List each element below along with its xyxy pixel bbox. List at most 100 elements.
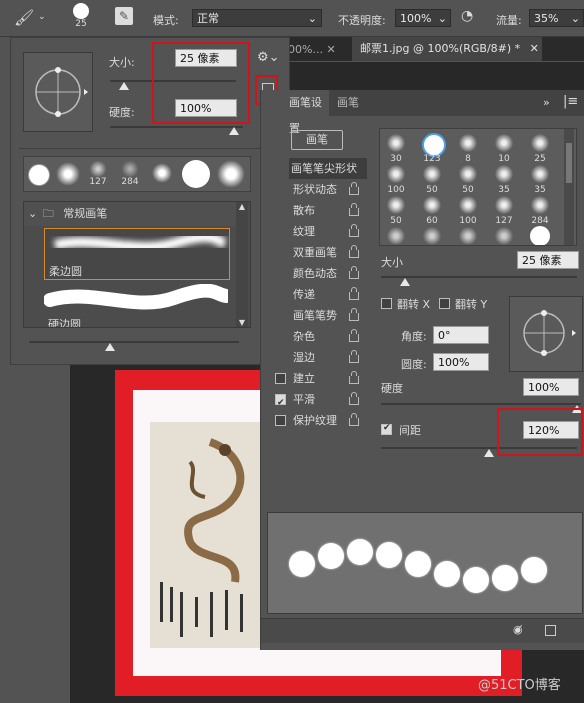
size-slider-knob[interactable] [400,278,410,286]
brush-tip-thumb[interactable] [458,195,478,215]
brush-item-hard-round[interactable]: 硬边圆 [43,283,233,327]
brush-panel-toggle-icon[interactable]: ✎ [115,7,133,25]
lock-icon[interactable] [349,308,359,321]
brush-tip-thumb[interactable] [386,133,406,153]
list-item-setting[interactable]: 双重画笔 [261,242,367,263]
brush-tip-thumb[interactable] [386,164,406,184]
brush-list-scrollbar[interactable]: ▲ ▼ [236,202,248,327]
size-input[interactable]: 25 像素 [517,251,579,269]
recent-brush-dots[interactable] [120,159,140,179]
flip-y-checkbox[interactable] [439,298,450,309]
brush-tip-thumb[interactable] [494,226,514,245]
setting-checkbox[interactable] [275,373,286,384]
hardness-slider[interactable] [381,403,581,405]
gear-icon[interactable]: ⚙⌄ [257,50,280,65]
tab-brush[interactable]: 画笔 [337,90,359,116]
lock-icon[interactable] [349,287,359,300]
list-item-setting[interactable]: 形状动态 [261,179,367,200]
size-slider[interactable] [381,276,577,278]
lock-icon[interactable] [349,371,359,384]
recent-brush-soft-large[interactable] [217,160,245,188]
brush-tip-thumb[interactable] [422,226,442,245]
toggle-live-tip-icon[interactable]: ◉̸ [513,623,523,636]
list-item-setting[interactable]: 传递 [261,284,367,305]
chevron-down-icon[interactable]: ▼ [236,318,248,327]
tab-active-document[interactable]: 邮票1.jpg @ 100%(RGB/8#) * ✕ [352,37,542,61]
spacing-slider-knob[interactable] [484,449,494,457]
brush-tip-thumb[interactable] [386,226,406,245]
brush-tip-thumb[interactable] [422,195,442,215]
panel-menu-icon[interactable]: |≡ [563,94,578,109]
brush-tip-thumb[interactable] [386,195,406,215]
preview-size-slider-knob[interactable] [105,343,115,351]
preset-size-slider-knob[interactable] [119,82,129,90]
brush-tip-thumb[interactable] [494,164,514,184]
lock-icon[interactable] [349,266,359,279]
close-icon[interactable]: ✕ [326,43,335,56]
preset-hardness-slider-knob[interactable] [229,127,239,135]
brush-tip-thumb[interactable] [530,133,550,153]
angle-input[interactable]: 0° [433,326,489,344]
collapse-panel-icon[interactable]: » [543,96,550,109]
recent-brush-soft-small[interactable] [152,163,172,183]
tab-previous[interactable]: 00%... ✕ [288,43,336,56]
brush-tip-thumb[interactable] [422,164,442,184]
chevron-up-icon[interactable]: ▲ [236,202,248,211]
close-icon[interactable]: ✕ [530,42,539,55]
brush-preview-thumb[interactable]: 25 [70,3,92,29]
lock-icon[interactable] [349,392,359,405]
list-item-setting[interactable]: 画笔笔势 [261,305,367,326]
mode-select[interactable]: 正常 ⌄ [192,9,322,27]
list-item-setting[interactable]: 平滑 [261,389,367,414]
brush-tip-thumb[interactable] [530,195,550,215]
list-item-setting[interactable]: 颜色动态 [261,263,367,284]
list-item-setting[interactable]: 保护纹理 [261,410,367,431]
brush-tool-icon[interactable]: 🖌 [14,8,34,27]
lock-icon[interactable] [349,182,359,195]
brush-angle-preview[interactable] [23,52,93,132]
opacity-input[interactable]: 100% ⌄ [395,9,451,27]
brush-item-soft-round[interactable]: 柔边圆 [44,228,230,280]
list-item-setting[interactable]: 散布 [261,200,367,221]
pressure-opacity-icon[interactable]: ◔ [461,8,473,24]
lock-icon[interactable] [349,224,359,237]
recent-brush-hard-large[interactable] [182,160,210,188]
lock-icon[interactable] [349,413,359,426]
setting-checkbox[interactable] [275,415,286,426]
brush-tip-thumb[interactable] [494,133,514,153]
recent-brush-soft[interactable] [56,162,80,186]
flow-input[interactable]: 35% ⌄ [529,9,584,27]
brush-tip-thumb[interactable] [530,226,550,245]
setting-checkbox[interactable] [275,393,286,414]
list-item-setting[interactable]: 湿边 [261,347,367,368]
preview-size-slider[interactable] [29,341,239,343]
hardness-input[interactable]: 100% [523,378,579,396]
recent-brush-splatter[interactable] [88,159,108,179]
lock-icon[interactable] [349,329,359,342]
spacing-checkbox[interactable] [381,423,392,435]
folder-row[interactable]: ⌄ 🗀 常规画笔 [24,202,236,226]
brush-tip-thumb[interactable] [458,226,478,245]
list-item-brush-tip-shape[interactable]: 画笔笔尖形状 [289,158,367,179]
angle-roundness-preview[interactable] [509,296,583,372]
lock-icon[interactable] [349,203,359,216]
brush-tip-thumb[interactable] [458,133,478,153]
new-brush-button[interactable] [545,625,556,636]
chevron-down-icon[interactable]: ⌄ [38,12,46,22]
lock-icon[interactable] [349,350,359,363]
flip-x-checkbox[interactable] [381,298,392,309]
list-item-setting[interactable]: 纹理 [261,221,367,242]
list-item-setting[interactable]: 建立 [261,368,367,389]
lock-icon[interactable] [349,245,359,258]
brush-tip-thumb[interactable] [494,195,514,215]
tip-grid-scrollbar[interactable] [564,129,574,245]
chevron-down-icon[interactable]: ⌄ [28,207,37,220]
list-item-setting[interactable]: 杂色 [261,326,367,347]
brush-presets-button[interactable]: 画笔 [291,130,343,150]
preset-hardness-slider[interactable] [110,126,243,128]
roundness-input[interactable]: 100% [433,353,489,371]
brush-tip-thumb[interactable] [458,164,478,184]
tab-brush-settings[interactable]: 画笔设置 [261,90,329,135]
brush-tip-thumb[interactable] [530,164,550,184]
recent-brush-hard[interactable] [28,164,50,186]
